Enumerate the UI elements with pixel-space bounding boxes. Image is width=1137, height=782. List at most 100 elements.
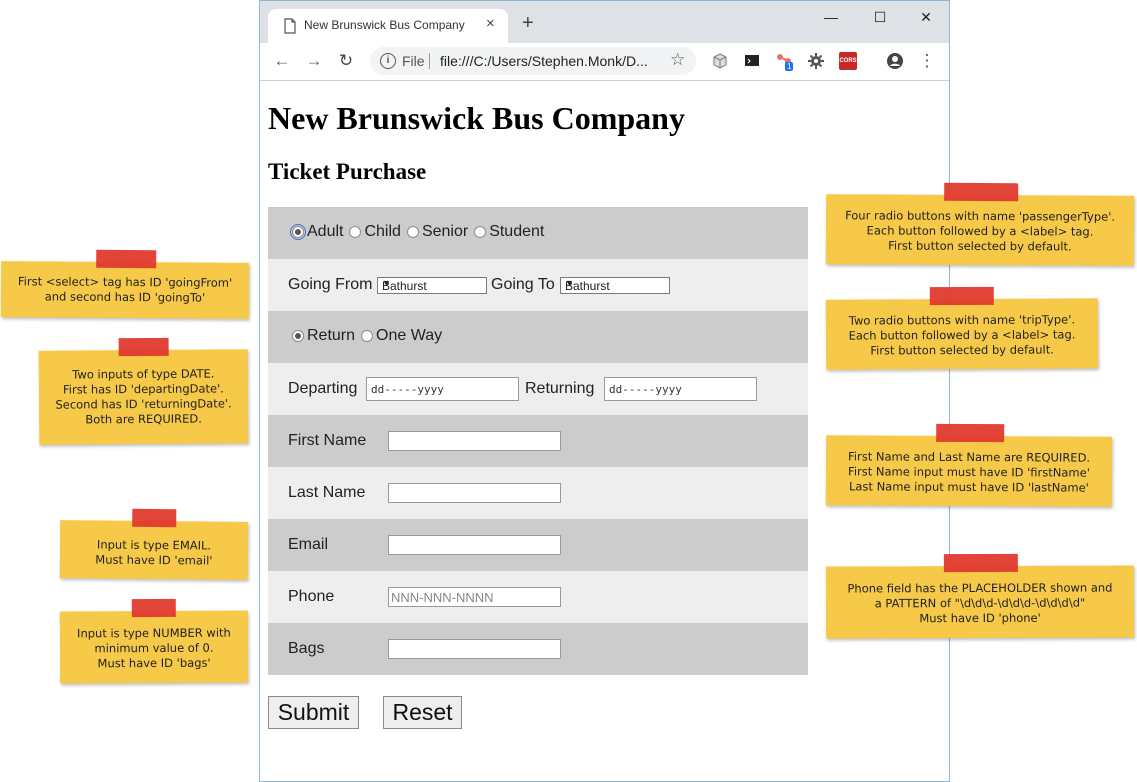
reload-icon[interactable]: ↻: [335, 51, 357, 71]
note-dates: Two inputs of type DATE. First has ID 'd…: [38, 337, 249, 445]
note-line: Each button followed by a <label> tag.: [866, 223, 1094, 239]
radio-label-return[interactable]: Return: [307, 327, 355, 345]
close-window-icon[interactable]: ✕: [915, 9, 937, 27]
note-line: Two inputs of type DATE.: [72, 366, 215, 382]
browser-toolbar: ← → ↻ i File file:///C:/Users/Stephen.Mo…: [260, 43, 949, 81]
note-trip-type: Two radio buttons with name 'tripType'. …: [825, 286, 1099, 370]
tape: [118, 337, 169, 357]
gear-extension-icon[interactable]: [807, 52, 825, 70]
terminal-icon[interactable]: [743, 52, 761, 70]
email-label: Email: [288, 536, 329, 553]
page-icon: [284, 18, 296, 34]
page-title: New Brunswick Bus Company: [268, 100, 685, 136]
bookmark-star-icon[interactable]: ☆: [670, 50, 685, 70]
note-names: First Name and Last Name are REQUIRED. F…: [825, 423, 1113, 507]
info-icon[interactable]: i: [380, 53, 396, 69]
note-line: First button selected by default.: [870, 342, 1054, 358]
note-line: First Name and Last Name are REQUIRED.: [848, 449, 1091, 465]
tape: [944, 182, 1019, 202]
last-name-row: Last Name: [268, 467, 808, 519]
browser-tab[interactable]: New Brunswick Bus Company ×: [268, 9, 508, 43]
going-from-label: Going From: [288, 276, 373, 293]
submit-button[interactable]: Submit: [268, 696, 359, 729]
ticket-form: Adult Child Senior Student Going From Ba…: [268, 207, 808, 675]
dates-row: Departing dd-----yyyy Returning dd-----y…: [268, 363, 808, 415]
note-passenger-type: Four radio buttons with name 'passengerT…: [825, 182, 1135, 266]
tape: [929, 286, 994, 306]
note-line: Each button followed by a <label> tag.: [848, 327, 1076, 343]
route-row: Going From Bathurst ▼ Going To Bathurst ▼: [268, 259, 808, 311]
note-line: Must have ID 'bags': [97, 655, 211, 671]
radio-label-senior[interactable]: Senior: [422, 223, 468, 241]
note-bags: Input is type NUMBER with minimum value …: [59, 598, 249, 684]
account-icon[interactable]: [886, 52, 904, 70]
phone-row: Phone NNN-NNN-NNNN: [268, 571, 808, 623]
badge-extension-icon[interactable]: 1: [775, 52, 794, 71]
note-line: Must have ID 'email': [95, 552, 213, 568]
chevron-down-icon: ▼: [382, 278, 391, 288]
new-tab-icon[interactable]: +: [522, 13, 534, 33]
reset-button[interactable]: Reset: [383, 696, 462, 729]
going-to-select[interactable]: Bathurst ▼: [560, 277, 670, 294]
email-row: Email: [268, 519, 808, 571]
cors-extension-icon[interactable]: CORS: [839, 52, 857, 70]
first-name-row: First Name: [268, 415, 808, 467]
email-input[interactable]: [388, 535, 561, 555]
going-from-select[interactable]: Bathurst ▼: [377, 277, 487, 294]
note-phone: Phone field has the PLACEHOLDER shown an…: [825, 553, 1135, 639]
tape: [936, 423, 1005, 443]
tape: [131, 598, 176, 618]
departing-date-input[interactable]: dd-----yyyy: [366, 377, 519, 401]
bags-row: Bags: [268, 623, 808, 675]
radio-label-one-way[interactable]: One Way: [376, 327, 442, 345]
url-text[interactable]: file:///C:/Users/Stephen.Monk/D...: [440, 53, 648, 69]
note-line: Phone field has the PLACEHOLDER shown an…: [847, 580, 1113, 596]
radio-senior[interactable]: [406, 226, 419, 238]
radio-child[interactable]: [349, 226, 362, 238]
note-line: and second has ID 'goingTo': [44, 289, 206, 305]
phone-label: Phone: [288, 588, 335, 605]
note-email: Input is type EMAIL. Must have ID 'email…: [59, 508, 249, 580]
radio-return[interactable]: [292, 330, 304, 342]
close-tab-icon[interactable]: ×: [486, 15, 495, 32]
maximize-icon[interactable]: ☐: [869, 9, 891, 27]
note-line: Input is type NUMBER with: [77, 625, 231, 641]
tab-title: New Brunswick Bus Company: [304, 18, 465, 32]
radio-label-student[interactable]: Student: [489, 223, 544, 241]
returning-label: Returning: [525, 380, 595, 397]
extension-badge: 1: [785, 62, 794, 71]
trip-type-row: Return One Way: [268, 311, 808, 363]
omnibox-divider: [429, 53, 430, 69]
last-name-input[interactable]: [388, 483, 561, 503]
forward-icon[interactable]: →: [303, 51, 325, 71]
tape: [943, 553, 1018, 573]
note-selects: First <select> tag has ID 'goingFrom' an…: [0, 249, 250, 319]
radio-adult[interactable]: [290, 224, 306, 240]
returning-date-input[interactable]: dd-----yyyy: [604, 377, 757, 401]
note-line: minimum value of 0.: [94, 640, 214, 656]
page-subtitle: Ticket Purchase: [268, 159, 427, 184]
back-icon[interactable]: ←: [271, 51, 293, 71]
note-line: Must have ID 'phone': [919, 610, 1041, 626]
note-line: First button selected by default.: [888, 238, 1072, 254]
radio-one-way[interactable]: [361, 330, 374, 342]
radio-label-adult[interactable]: Adult: [307, 223, 343, 241]
address-bar[interactable]: i File file:///C:/Users/Stephen.Monk/D..…: [370, 47, 696, 75]
menu-kebab-icon[interactable]: ⋮: [916, 51, 938, 71]
tape: [96, 249, 157, 269]
departing-label: Departing: [288, 380, 358, 397]
bags-input[interactable]: [388, 639, 561, 659]
passenger-type-row: Adult Child Senior Student: [268, 207, 808, 259]
first-name-input[interactable]: [388, 431, 561, 451]
radio-label-child[interactable]: Child: [364, 223, 400, 241]
title-bar: New Brunswick Bus Company × + — ☐ ✕: [260, 1, 949, 43]
note-line: Last Name input must have ID 'lastName': [848, 479, 1089, 495]
minimize-icon[interactable]: —: [820, 9, 842, 27]
going-to-label: Going To: [491, 276, 555, 293]
note-line: Second has ID 'returningDate'.: [55, 396, 232, 412]
cube-icon[interactable]: [711, 52, 729, 70]
radio-student[interactable]: [474, 226, 487, 238]
note-line: First Name input must have ID 'firstName…: [848, 464, 1090, 480]
note-line: First has ID 'departingDate'.: [62, 381, 224, 397]
phone-input[interactable]: NNN-NNN-NNNN: [388, 587, 561, 607]
